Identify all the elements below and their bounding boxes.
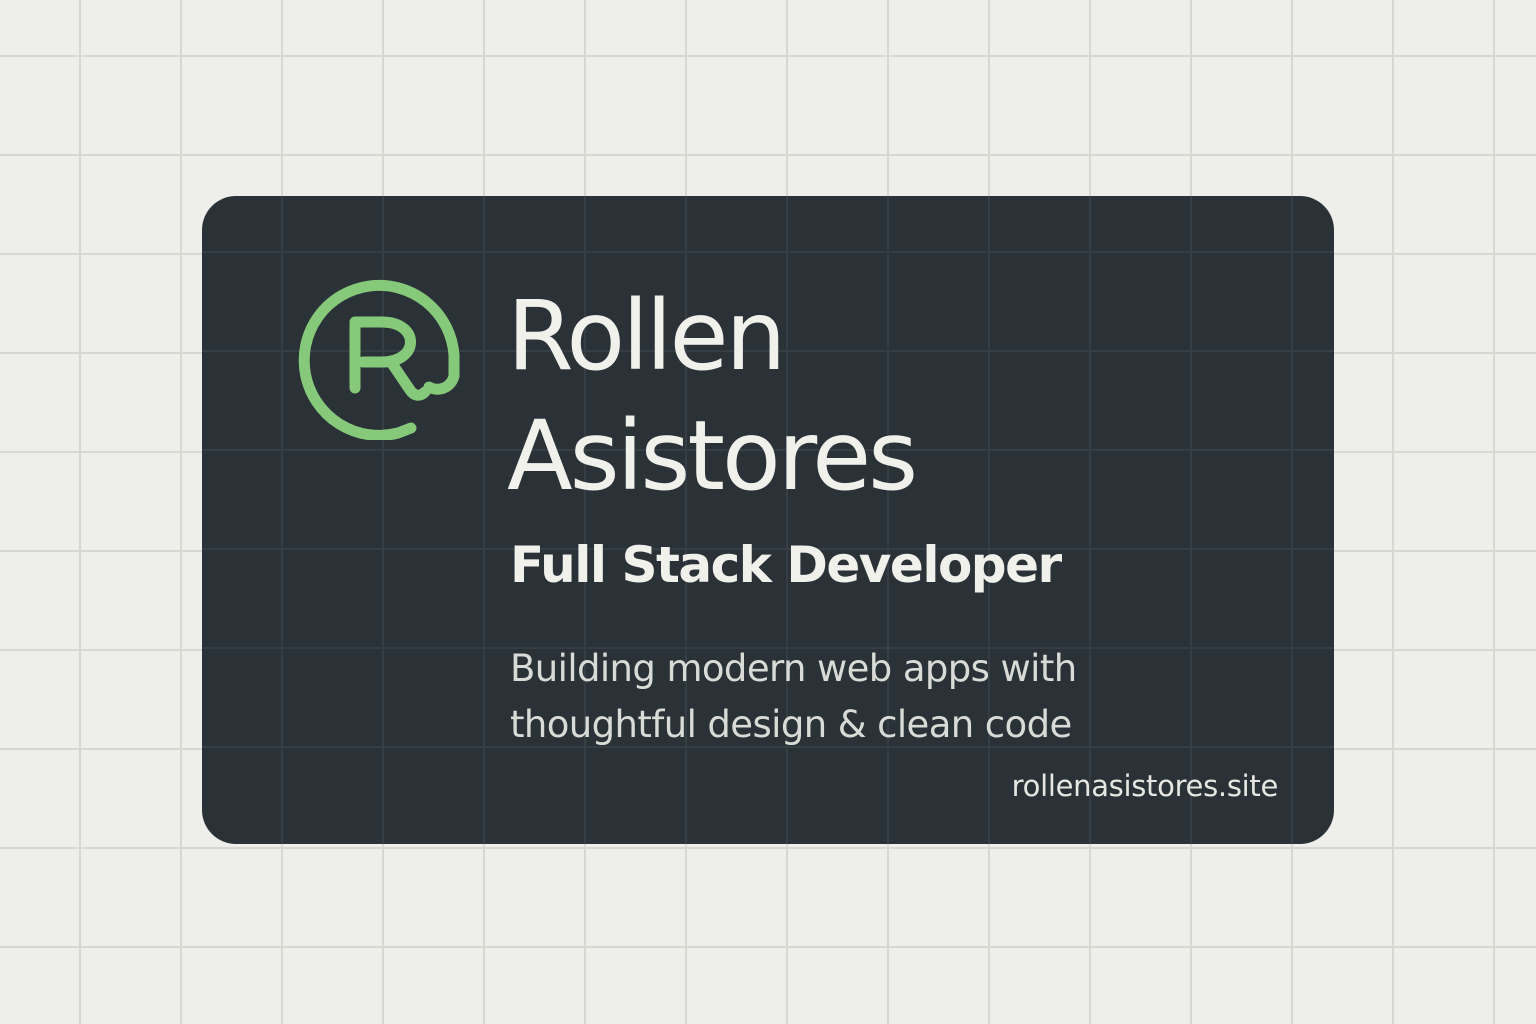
business-card: Rollen Asistores Full Stack Developer Bu…	[202, 196, 1334, 844]
website-link[interactable]: rollenasistores.site	[1012, 772, 1279, 801]
tagline-line-1: Building modern web apps with	[510, 647, 1077, 690]
name-last: Asistores	[507, 400, 918, 512]
name-first: Rollen	[507, 280, 786, 392]
job-title: Full Stack Developer	[510, 536, 1062, 594]
tagline-line-2: thoughtful design & clean code	[510, 703, 1072, 746]
r-at-logo-icon	[298, 279, 460, 440]
